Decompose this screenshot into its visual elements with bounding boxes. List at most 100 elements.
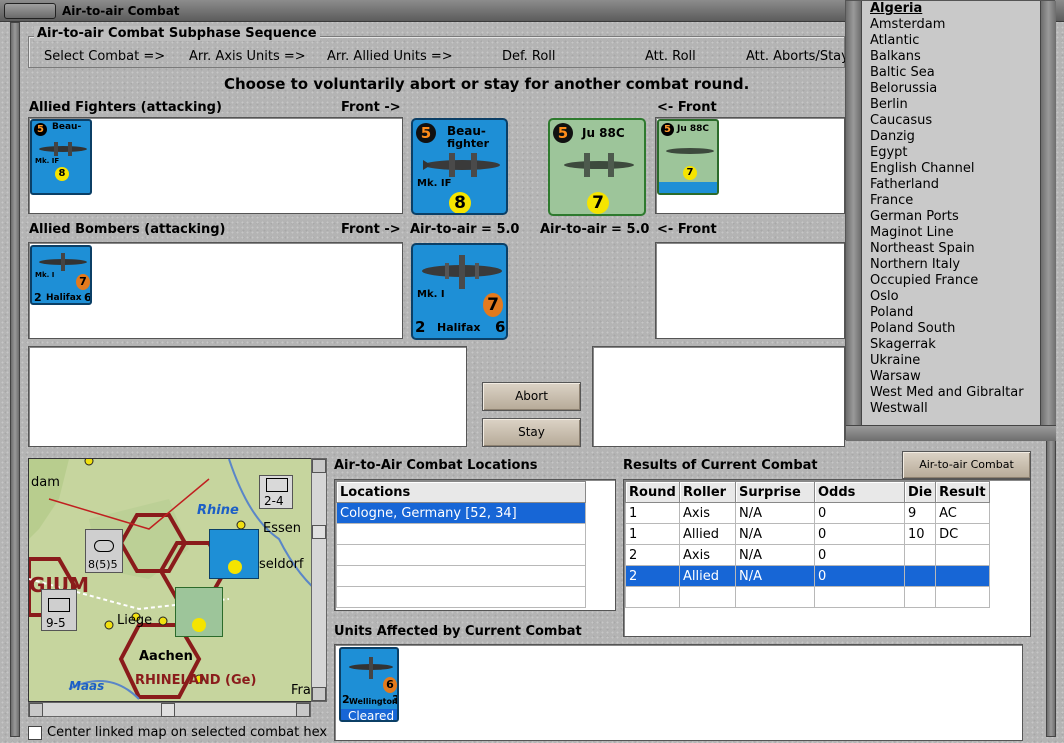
results-col-roller[interactable]: Roller (679, 481, 736, 503)
abort-button[interactable]: Abort (482, 382, 581, 411)
cell: Allied (679, 523, 736, 545)
list-item[interactable]: Westwall (870, 401, 928, 416)
counter-value-marker (228, 560, 242, 574)
locations-title: Air-to-Air Combat Locations (334, 458, 538, 473)
list-item[interactable]: Poland South (870, 321, 955, 336)
dropdown-scrollbar[interactable] (1040, 1, 1056, 441)
scroll-right-button[interactable] (296, 703, 310, 717)
stay-button[interactable]: Stay (482, 418, 581, 447)
location-dropdown-list[interactable]: Algeria Amsterdam Atlantic Balkans Balti… (845, 0, 1056, 441)
counter-value: 8 (449, 192, 471, 213)
sequence-step-6: Att. Aborts/Stay (746, 49, 849, 64)
results-col-round[interactable]: Round (625, 481, 680, 503)
beaufighter-counter[interactable]: 5 Beau- fighter Mk. IF 8 (411, 118, 508, 215)
list-item[interactable]: German Ports (870, 209, 959, 224)
scroll-left-button[interactable] (29, 703, 43, 717)
list-item[interactable]: Egypt (870, 145, 908, 160)
list-item[interactable]: Danzig (870, 129, 915, 144)
locations-table: Locations Cologne, Germany [52, 34] (336, 481, 586, 608)
map-stack-allied-armor[interactable]: 8(5)5 (85, 529, 123, 573)
small-beaufighter-counter[interactable]: 5 Beau- Mk. IF 8 (30, 119, 92, 195)
list-item[interactable]: Algeria (870, 1, 922, 16)
list-item[interactable]: Balkans (870, 49, 921, 64)
counter-name: Ju 88C (582, 126, 625, 140)
scroll-down-button[interactable] (312, 687, 326, 701)
list-item[interactable]: Northern Italy (870, 257, 960, 272)
table-row[interactable] (625, 586, 991, 608)
map-stack-value: 9-5 (46, 616, 66, 630)
map-vertical-scrollbar[interactable] (311, 458, 327, 702)
center-map-checkbox[interactable] (28, 726, 42, 740)
allied-reserve-box[interactable] (28, 346, 467, 447)
counter-rating: 5 (553, 123, 573, 143)
wellington-counter[interactable]: 6 2 Wellington 3 Cleared (339, 647, 399, 722)
counter-value: 7 (683, 166, 697, 180)
center-map-label: Center linked map on selected combat hex (47, 725, 328, 740)
map-stack-axis-corps[interactable]: 2-4 (259, 475, 293, 509)
axis-reserve-box[interactable] (592, 346, 845, 447)
list-item[interactable]: Oslo (870, 289, 899, 304)
small-halifax-counter[interactable]: Mk. I 7 2 Halifax 6 (30, 245, 92, 305)
counter-rating: 5 (34, 123, 47, 136)
list-item[interactable]: Occupied France (870, 273, 978, 288)
scroll-thumb[interactable] (312, 525, 326, 539)
table-row[interactable]: 2 Allied N/A 0 (625, 565, 991, 587)
map-label-maas: Maas (69, 679, 105, 693)
results-col-die[interactable]: Die (903, 481, 937, 503)
map-label-rhineland: RHINELAND (Ge) (135, 673, 257, 688)
list-item[interactable]: Ukraine (870, 353, 920, 368)
window-menu-button[interactable] (4, 3, 56, 19)
locations-header[interactable]: Locations (336, 481, 586, 503)
table-row[interactable]: 1 Axis N/A 0 9 AC (625, 502, 991, 524)
table-row[interactable] (336, 523, 586, 545)
small-ju88c-counter[interactable]: 5 Ju 88C 7 (657, 119, 719, 195)
list-item[interactable]: West Med and Gibraltar (870, 385, 1024, 400)
scroll-up-button[interactable] (312, 459, 326, 473)
table-row[interactable]: 1 Allied N/A 0 10 DC (625, 523, 991, 545)
cleared-status: Cleared (341, 709, 397, 720)
list-item[interactable]: Berlin (870, 97, 908, 112)
map-mosquito-counter[interactable] (209, 529, 259, 579)
axis-bombers-box[interactable] (655, 242, 845, 339)
list-item[interactable]: Fatherland (870, 177, 939, 192)
list-item[interactable]: English Channel (870, 161, 974, 176)
map-stack-allied-infantry[interactable]: 9-5 (41, 589, 77, 631)
results-col-odds[interactable]: Odds (814, 481, 905, 503)
plane-icon (39, 253, 87, 271)
table-row[interactable] (336, 586, 586, 608)
sequence-step-3: Arr. Allied Units => (327, 49, 453, 64)
map-stack-value: 2-4 (264, 494, 284, 508)
list-item[interactable]: Caucasus (870, 113, 932, 128)
list-item[interactable]: Atlantic (870, 33, 919, 48)
armor-symbol-icon (94, 540, 114, 552)
dropdown-bottom-bar[interactable] (846, 425, 1056, 441)
list-item[interactable]: Belorussia (870, 81, 937, 96)
cell: AC (935, 502, 991, 524)
list-item[interactable]: Northeast Spain (870, 241, 975, 256)
results-col-result[interactable]: Result (935, 481, 991, 503)
dropdown-left-rail (846, 1, 862, 441)
cell (903, 544, 937, 566)
combat-chart-button[interactable]: Air-to-air Combat Chart (902, 451, 1031, 497)
list-item[interactable]: Skagerrak (870, 337, 936, 352)
map-horizontal-scrollbar[interactable] (28, 702, 311, 717)
table-row[interactable]: 2 Axis N/A 0 (625, 544, 991, 566)
list-item[interactable]: Amsterdam (870, 17, 945, 32)
results-col-surprise[interactable]: Surprise (735, 481, 815, 503)
table-row[interactable] (336, 544, 586, 566)
list-item[interactable]: Poland (870, 305, 913, 320)
linked-map[interactable]: dam Rhine Essen seldorf Liege Aachen RHI… (28, 458, 326, 702)
list-item[interactable]: France (870, 193, 913, 208)
list-item[interactable]: Maginot Line (870, 225, 954, 240)
cell: N/A (735, 565, 815, 587)
location-cell[interactable]: Cologne, Germany [52, 34] (336, 502, 586, 524)
table-row[interactable]: Cologne, Germany [52, 34] (336, 502, 586, 524)
list-item[interactable]: Baltic Sea (870, 65, 935, 80)
scroll-thumb[interactable] (161, 703, 175, 717)
halifax-counter[interactable]: Mk. I 7 2 Halifax 6 (411, 243, 508, 340)
ju88c-counter[interactable]: 5 Ju 88C 7 (548, 118, 646, 216)
table-row[interactable] (336, 565, 586, 587)
map-ju88c-counter[interactable] (175, 587, 223, 637)
list-item[interactable]: Warsaw (870, 369, 921, 384)
results-table: Round Roller Surprise Odds Die Result 1A… (625, 481, 991, 608)
